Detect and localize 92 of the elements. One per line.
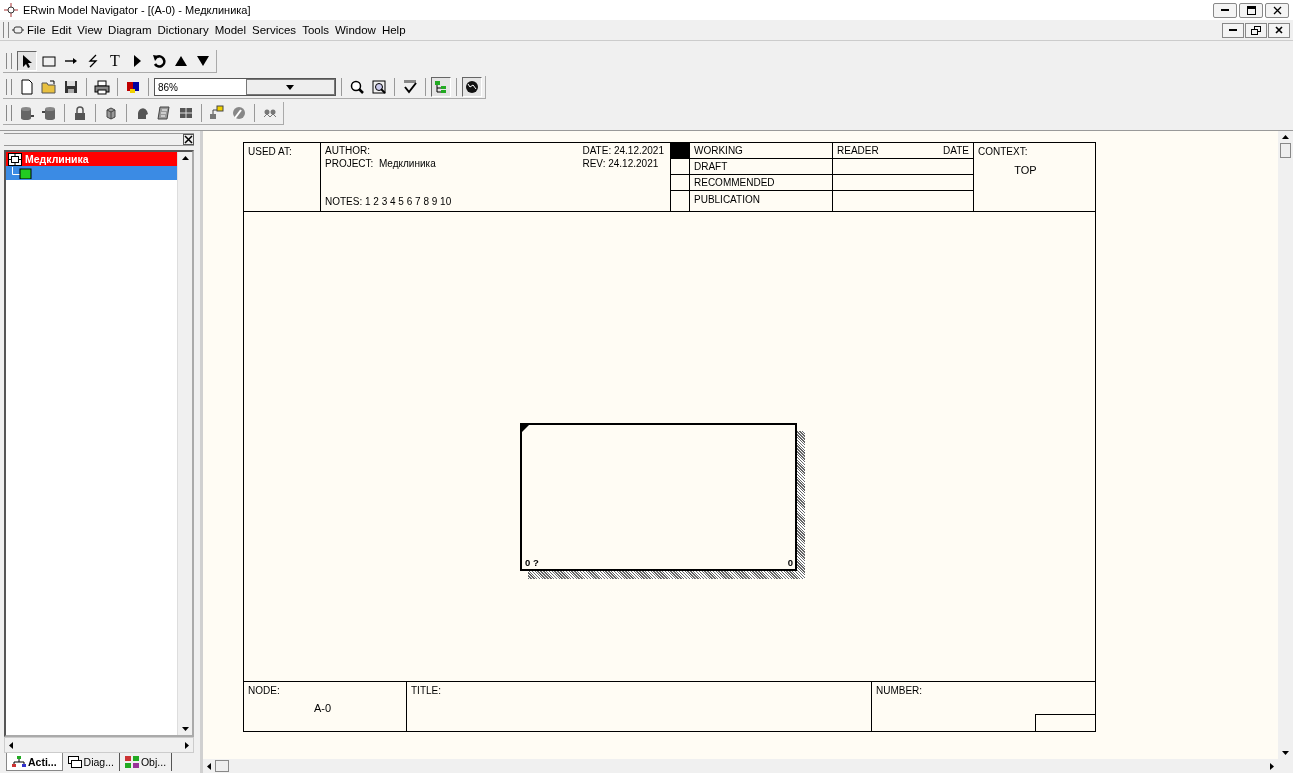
menu-item[interactable]: Tools: [299, 23, 332, 37]
menu-item[interactable]: Help: [378, 23, 409, 37]
toolbar-button[interactable]: [462, 77, 482, 97]
box-cost-label: 0 ?: [525, 557, 539, 568]
database-icon: [19, 105, 35, 121]
menu-item[interactable]: Diagram: [105, 23, 155, 37]
status-label: WORKING: [694, 145, 743, 156]
zoom-combo[interactable]: 86%: [154, 78, 336, 96]
maximize-icon: [1246, 5, 1256, 15]
close-icon: [1275, 26, 1283, 34]
scroll-down-icon: [181, 727, 189, 731]
status-label: PUBLICATION: [694, 193, 760, 205]
close-icon: [1272, 5, 1282, 15]
magnifier-icon: [349, 79, 365, 95]
rotate-icon: [151, 53, 167, 69]
toolbar-button[interactable]: [92, 77, 112, 97]
padlock-icon: [72, 105, 88, 121]
restore-icon: [1251, 25, 1261, 35]
minimize-icon: [1221, 8, 1229, 12]
maximize-button[interactable]: [1239, 2, 1263, 18]
context-value: TOP: [1013, 164, 1038, 176]
author-label: AUTHOR:: [325, 145, 371, 158]
windows-icon: [67, 756, 82, 768]
minimize-button[interactable]: [1222, 22, 1244, 38]
scroll-up-icon: [181, 156, 189, 160]
menu-item[interactable]: Services: [249, 23, 300, 37]
restore-button[interactable]: [1245, 22, 1267, 38]
reader-label: READER: [837, 145, 879, 156]
rectangle-icon: [41, 53, 57, 69]
close-button[interactable]: [1265, 2, 1289, 18]
text-tool-button[interactable]: T: [105, 51, 125, 71]
box-number-label: 0: [787, 557, 793, 568]
notes-text: NOTES: 1 2 3 4 5 6 7 8 9 10: [325, 196, 453, 209]
date-label: DATE: [943, 145, 969, 156]
objects-icon: [124, 756, 139, 768]
activity-node-icon: [12, 167, 32, 179]
pane-tab[interactable]: Acti...: [6, 753, 63, 771]
toolbar-button[interactable]: [17, 51, 37, 71]
node-value: A-0: [314, 702, 333, 714]
document-icon: [12, 25, 24, 35]
horizontal-scrollbar[interactable]: [4, 737, 194, 753]
status-label: RECOMMENDED: [694, 177, 775, 188]
activity-box[interactable]: 0 ? 0: [520, 423, 797, 571]
close-button[interactable]: [183, 134, 194, 145]
status-label: DRAFT: [694, 161, 728, 172]
tree-item[interactable]: Медклиника: [6, 152, 177, 166]
menu-item[interactable]: Dictionary: [154, 23, 212, 37]
project-text: PROJECT: Медклиника: [325, 158, 437, 171]
hierarchy-icon: [209, 105, 225, 121]
globe-icon: [464, 79, 480, 95]
number-label: NUMBER:: [876, 685, 923, 696]
zoom-fit-icon: [371, 79, 387, 95]
color-squares-icon: [125, 79, 141, 95]
minimize-button[interactable]: [1213, 2, 1237, 18]
menu-item[interactable]: View: [74, 23, 106, 37]
grid-icon: [178, 105, 194, 121]
minimize-icon: [1229, 28, 1237, 32]
expand-icon[interactable]: [8, 152, 22, 166]
menu-item[interactable]: Edit: [48, 23, 75, 37]
menu-item[interactable]: Window: [332, 23, 379, 37]
node-label: NODE:: [248, 685, 281, 696]
scroll-up-icon: [1282, 135, 1289, 139]
tree-view-icon: [433, 79, 449, 95]
scroll-thumb[interactable]: [215, 760, 229, 772]
vertical-scrollbar[interactable]: [177, 152, 192, 735]
title-label: TITLE:: [411, 685, 441, 696]
close-icon: [184, 135, 193, 144]
close-button[interactable]: [1268, 22, 1290, 38]
scroll-right-icon: [185, 741, 189, 749]
printer-icon: [94, 79, 110, 95]
scroll-left-icon: [9, 741, 13, 749]
menu-item[interactable]: File: [24, 23, 49, 37]
context-label: CONTEXT:: [978, 146, 1029, 157]
spell-check-icon: [402, 79, 418, 95]
hierarchy-icon: [12, 755, 26, 768]
menu-item[interactable]: Model: [211, 23, 249, 37]
toolbar-button[interactable]: [369, 77, 389, 97]
database-icon: [41, 105, 57, 121]
scroll-right-icon: [1270, 762, 1274, 770]
cube-icon: [103, 105, 119, 121]
window-title: ERwin Model Navigator - [(A-0) - Медклиника]: [23, 4, 251, 16]
scroll-thumb[interactable]: [1280, 143, 1291, 158]
used-at-label: USED AT:: [248, 146, 292, 157]
folder-icon: [41, 79, 57, 95]
new-document-icon: [19, 79, 35, 95]
caret-icon: [286, 84, 295, 90]
scroll-left-icon: [207, 762, 211, 770]
scroll-icon: [156, 105, 172, 121]
app-icon: [4, 3, 18, 17]
rev-text: REV: 24.12.2021: [582, 158, 660, 171]
scroll-down-icon: [1282, 751, 1289, 755]
date-text: DATE: 24.12.2021: [582, 145, 664, 158]
